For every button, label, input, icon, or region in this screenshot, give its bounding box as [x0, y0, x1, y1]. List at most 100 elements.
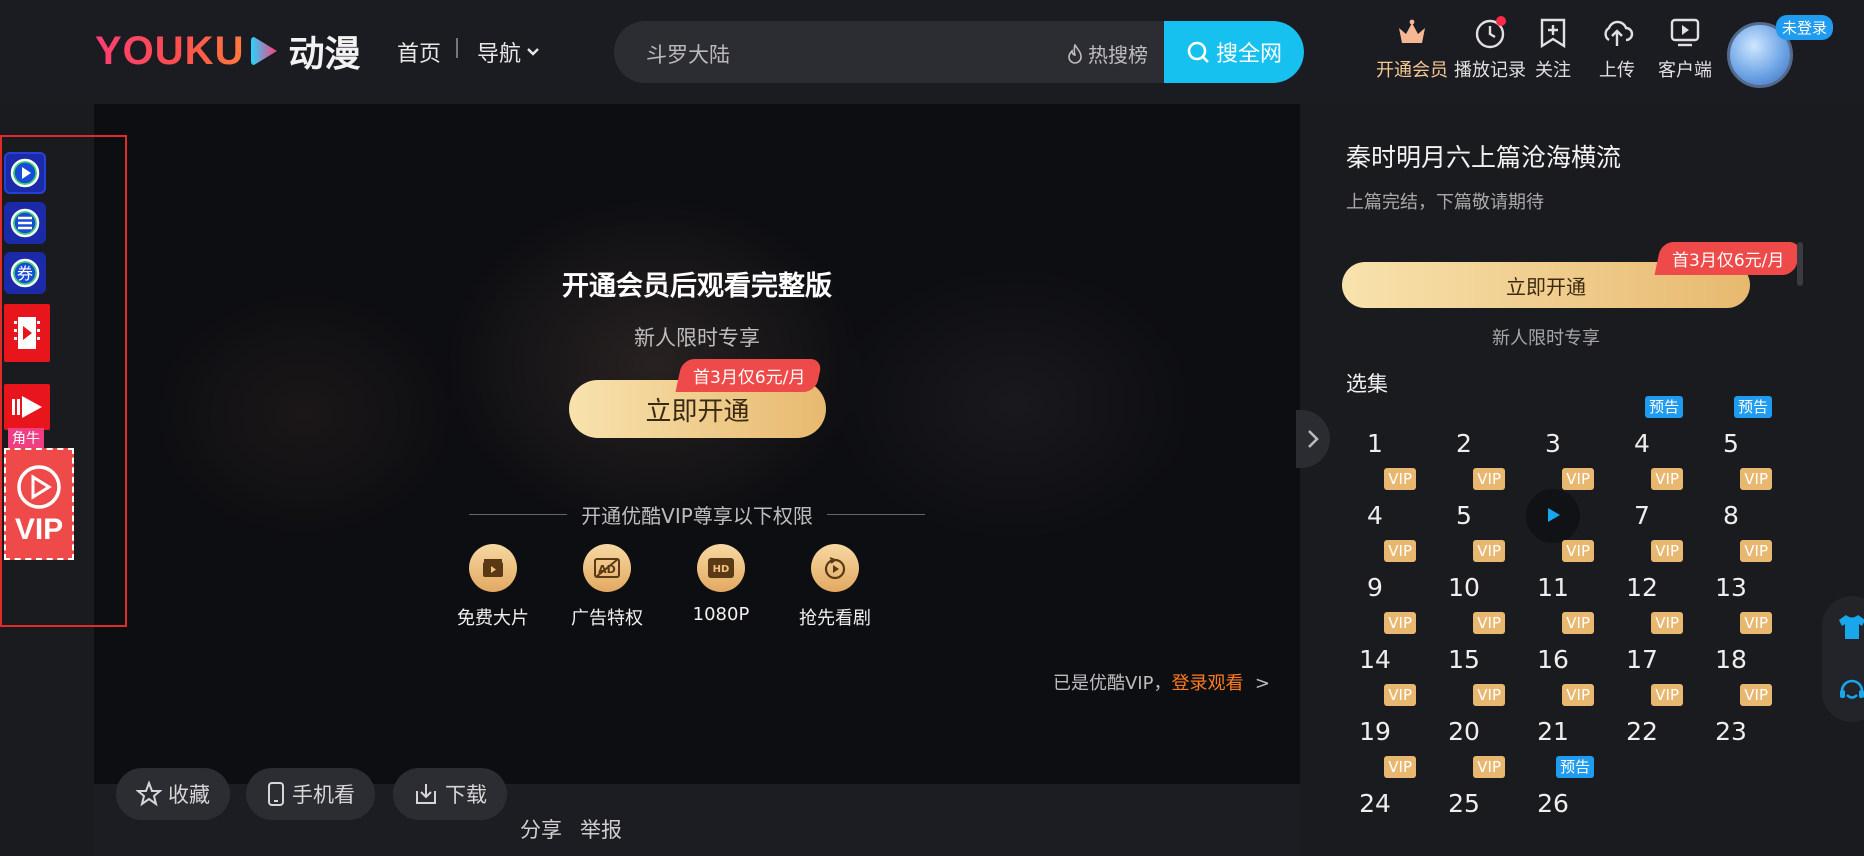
episode-item[interactable]: 22 VIP: [1607, 684, 1683, 756]
hot-search-label: 热搜榜: [1088, 43, 1148, 67]
follow-label: 关注: [1535, 60, 1571, 81]
episode-item[interactable]: 17 VIP: [1607, 612, 1683, 684]
episode-item[interactable]: 11 VIP: [1518, 540, 1594, 612]
preview-badge: 预告: [1644, 396, 1683, 418]
episode-item[interactable]: 1: [1340, 420, 1410, 468]
download-icon: [416, 784, 436, 804]
episode-item-playing[interactable]: VIP: [1526, 468, 1594, 543]
nav-guide[interactable]: 导航: [477, 36, 541, 68]
favorite-button[interactable]: 收藏: [116, 768, 230, 820]
episode-item[interactable]: 9 VIP: [1340, 540, 1416, 612]
episode-item[interactable]: 23 VIP: [1696, 684, 1772, 756]
episode-number: 8: [1723, 501, 1739, 530]
episode-item[interactable]: 4 预告: [1607, 396, 1683, 468]
episode-item[interactable]: 24 VIP: [1340, 756, 1416, 828]
vip-badge: VIP: [1384, 612, 1416, 634]
vip-badge: VIP: [1651, 540, 1683, 562]
vip-play-icon[interactable]: VIP: [4, 448, 74, 560]
login-tip-arrow[interactable]: >: [1255, 673, 1270, 694]
client-icon: [1670, 18, 1700, 47]
forward-icon[interactable]: [4, 384, 50, 430]
search-button[interactable]: 搜全网: [1164, 21, 1304, 83]
episode-item[interactable]: 2: [1429, 420, 1499, 468]
chevron-right-icon: [1308, 430, 1319, 448]
episode-item[interactable]: 13 VIP: [1696, 540, 1772, 612]
episode-number: 16: [1537, 645, 1569, 674]
episode-item[interactable]: 7 VIP: [1607, 468, 1683, 540]
video-player[interactable]: 开通会员后观看完整版 新人限时专享 立即开通 首3月仅6元/月 开通优酷VIP尊…: [94, 104, 1300, 784]
logo-play-icon: [251, 37, 278, 65]
episode-item[interactable]: 5 预告: [1696, 396, 1772, 468]
episode-item[interactable]: 10 VIP: [1429, 540, 1505, 612]
client-link[interactable]: 客户端: [1648, 16, 1722, 90]
episode-item[interactable]: 4 VIP: [1340, 468, 1416, 540]
episode-item[interactable]: 19 VIP: [1340, 684, 1416, 756]
panel-scrollbar[interactable]: [1797, 242, 1803, 286]
episode-number: 17: [1626, 645, 1658, 674]
episode-item[interactable]: 18 VIP: [1696, 612, 1772, 684]
coupon-glyph: 券: [17, 264, 33, 283]
youku-logo[interactable]: YOUKU 动漫: [95, 28, 361, 76]
panel-promo-text: 首3月仅6元/月: [1672, 251, 1785, 271]
login-status-badge[interactable]: 未登录: [1776, 15, 1834, 40]
vip-badge: VIP: [1473, 684, 1505, 706]
vip-badge: VIP: [1473, 540, 1505, 562]
follow-link[interactable]: 关注: [1516, 16, 1590, 90]
play-icon[interactable]: [4, 152, 46, 194]
login-watch-link[interactable]: 登录观看: [1171, 673, 1243, 694]
episode-number: 10: [1448, 573, 1480, 602]
customer-service-icon[interactable]: [1837, 675, 1864, 705]
vip-label: VIP: [14, 513, 64, 546]
upload-link[interactable]: 上传: [1580, 16, 1654, 90]
divider-line-right: [826, 513, 926, 515]
episode-number: 9: [1367, 573, 1383, 602]
episode-item[interactable]: 12 VIP: [1607, 540, 1683, 612]
episode-item[interactable]: 3: [1518, 420, 1588, 468]
episode-item[interactable]: 21 VIP: [1518, 684, 1594, 756]
panel-toggle[interactable]: [1296, 410, 1330, 468]
share-link[interactable]: 分享: [520, 814, 562, 844]
search-box[interactable]: 斗罗大陆 热搜榜 搜全网: [614, 21, 1304, 83]
episode-number: 5: [1456, 501, 1472, 530]
episode-item[interactable]: 14 VIP: [1340, 612, 1416, 684]
vip-badge: VIP: [1473, 756, 1505, 778]
nav-guide-label: 导航: [477, 42, 522, 67]
favorite-label: 收藏: [168, 783, 210, 807]
logo-channel: 动漫: [288, 34, 361, 75]
episode-item[interactable]: 26 预告: [1518, 756, 1594, 828]
vip-badge: VIP: [1651, 684, 1683, 706]
episode-number: 4: [1634, 429, 1650, 458]
search-input[interactable]: 斗罗大陆: [646, 39, 730, 69]
tshirt-icon[interactable]: [1837, 613, 1864, 641]
paywall-title: 开通会员后观看完整版: [562, 271, 832, 302]
download-button[interactable]: 下载: [393, 768, 507, 820]
flame-icon: [1068, 43, 1082, 64]
report-link[interactable]: 举报: [580, 814, 622, 844]
episode-item[interactable]: 5 VIP: [1429, 468, 1505, 540]
episode-item[interactable]: 8 VIP: [1696, 468, 1772, 540]
episode-item[interactable]: 15 VIP: [1429, 612, 1505, 684]
menu-icon[interactable]: [4, 202, 46, 244]
vip-badge: VIP: [1740, 540, 1772, 562]
episode-item[interactable]: 25 VIP: [1429, 756, 1505, 828]
episode-number: 5: [1723, 429, 1739, 458]
vip-badge: VIP: [1384, 468, 1416, 490]
episode-number: 18: [1715, 645, 1747, 674]
perk-1080p: HD 1080P: [661, 544, 781, 625]
episode-item[interactable]: 16 VIP: [1518, 612, 1594, 684]
open-vip-link[interactable]: 开通会员: [1375, 16, 1449, 90]
hd-icon: HD: [697, 544, 745, 592]
upload-label: 上传: [1599, 60, 1635, 81]
episode-number: 22: [1626, 717, 1658, 746]
episode-item[interactable]: 20 VIP: [1429, 684, 1505, 756]
nav-home[interactable]: 首页: [397, 36, 441, 68]
video-icon[interactable]: [4, 304, 50, 362]
extension-small-label: 角牛: [8, 428, 44, 448]
vip-badge: VIP: [1651, 468, 1683, 490]
coupon-icon[interactable]: 券: [4, 252, 46, 294]
mobile-watch-button[interactable]: 手机看: [246, 768, 375, 820]
episode-number: 25: [1448, 789, 1480, 818]
hot-search-link[interactable]: 热搜榜: [1066, 39, 1148, 68]
chevron-down-icon: [527, 48, 539, 56]
crown-icon: [1399, 19, 1425, 43]
